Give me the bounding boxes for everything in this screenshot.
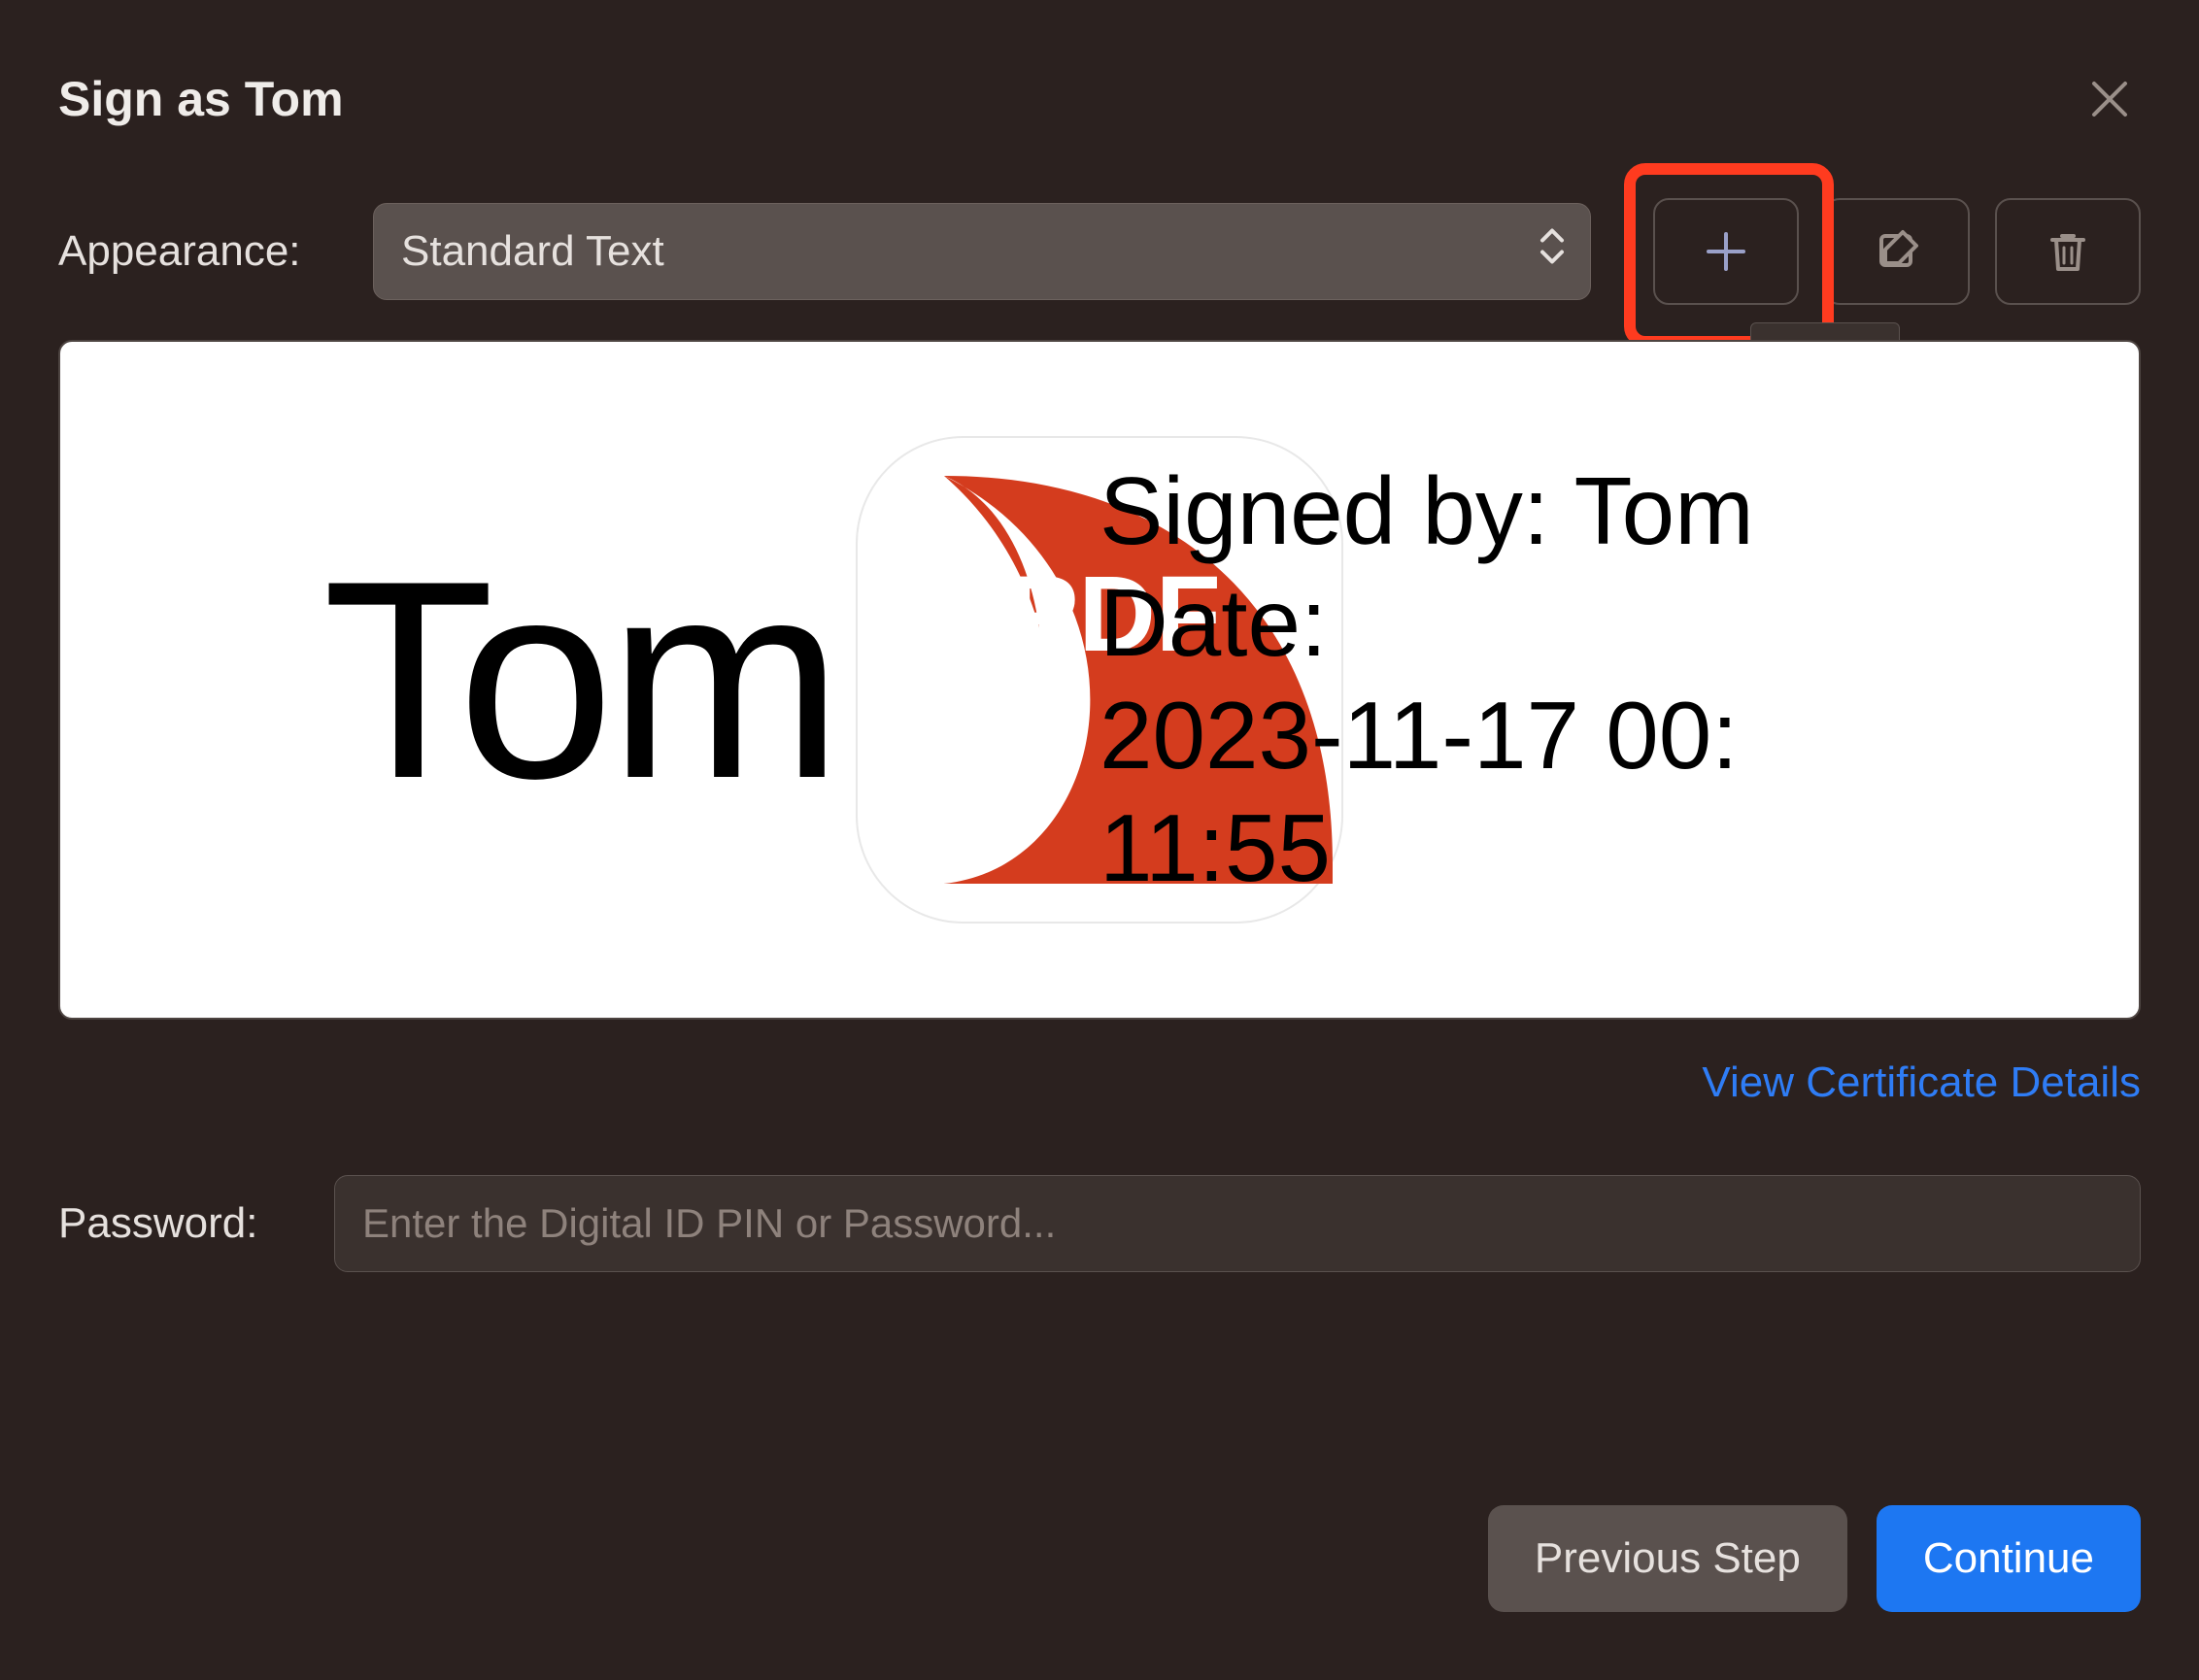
- dialog-footer: Previous Step Continue: [1488, 1505, 2141, 1612]
- continue-button[interactable]: Continue: [1877, 1505, 2141, 1612]
- close-icon: [2088, 78, 2131, 120]
- delete-appearance-button[interactable]: [1995, 198, 2141, 305]
- appearance-label: Appearance:: [58, 227, 350, 276]
- dialog-title: Sign as Tom: [58, 71, 344, 127]
- titlebar: Sign as Tom: [58, 68, 2141, 130]
- edit-appearance-button[interactable]: [1824, 198, 1970, 305]
- preview-date-line2: 11:55: [1100, 792, 1754, 905]
- password-label: Password:: [58, 1199, 311, 1248]
- preview-signed-by: Signed by: Tom: [1100, 455, 1754, 568]
- password-input[interactable]: [334, 1175, 2141, 1272]
- close-button[interactable]: [2079, 68, 2141, 130]
- password-row: Password:: [58, 1175, 2141, 1272]
- edit-icon: [1874, 228, 1920, 275]
- appearance-select-wrap: Standard Text: [373, 203, 1591, 300]
- preview-info-block: Signed by: Tom Date: 2023-11-17 00: 11:5…: [1100, 455, 1774, 905]
- preview-date-label: Date:: [1100, 567, 1754, 680]
- signature-preview: PDF Tom Signed by: Tom Date: 2023-11-17 …: [58, 340, 2141, 1020]
- cert-link-row: View Certificate Details: [58, 1058, 2141, 1107]
- chevron-up-down-icon: [1539, 225, 1566, 279]
- appearance-value: Standard Text: [401, 227, 664, 276]
- sign-dialog: Sign as Tom Appearance: Standard Text: [0, 0, 2199, 1680]
- view-certificate-link[interactable]: View Certificate Details: [1702, 1058, 2141, 1106]
- previous-step-button[interactable]: Previous Step: [1488, 1505, 1847, 1612]
- plus-icon: [1703, 228, 1749, 275]
- appearance-row: Appearance: Standard Text: [58, 198, 2141, 305]
- appearance-select[interactable]: Standard Text: [373, 203, 1591, 300]
- preview-date-line1: 2023-11-17 00:: [1100, 680, 1754, 792]
- preview-signer-name: Tom: [322, 519, 837, 842]
- create-appearance-button[interactable]: [1653, 198, 1799, 305]
- appearance-actions: Create: [1653, 198, 2141, 305]
- trash-icon: [2045, 228, 2091, 275]
